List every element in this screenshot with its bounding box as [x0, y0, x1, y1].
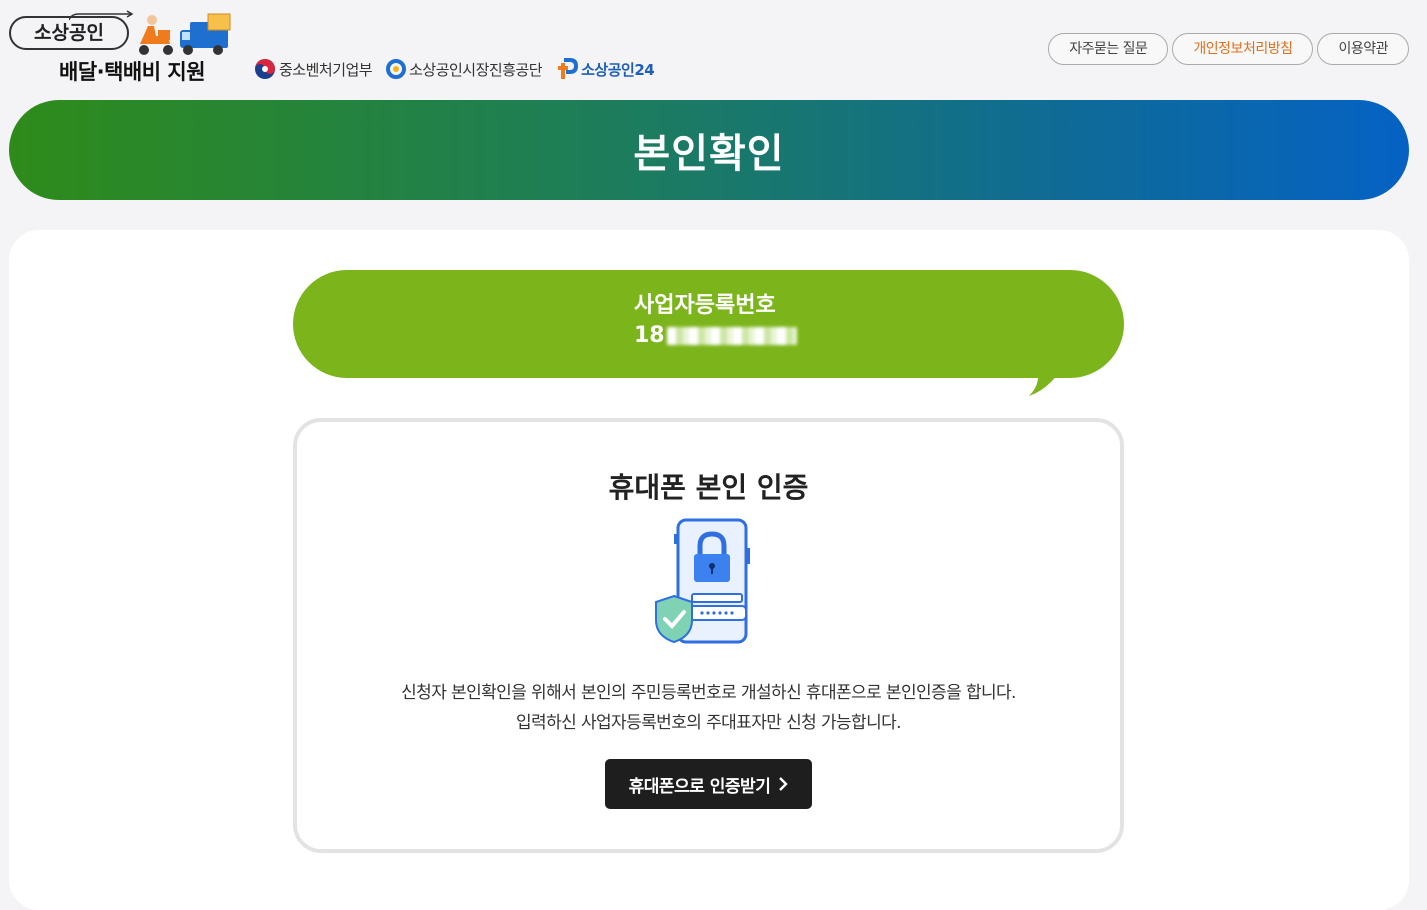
- partner-semas[interactable]: 소상공인시장진흥공단: [386, 59, 543, 80]
- partner-mss-label: 중소벤처기업부: [279, 60, 373, 79]
- business-number-label: 사업자등록번호: [634, 293, 776, 318]
- partner-logos: 중소벤처기업부 소상공인시장진흥공단 소상공인24: [254, 58, 668, 80]
- bubble-tail: [1029, 370, 1061, 396]
- page-banner: 본인확인: [9, 100, 1409, 200]
- main-card: 사업자등록번호 18 휴대폰 본인 인증 신청자 본인확인을 위해서 본인의 주…: [9, 230, 1409, 910]
- privacy-policy-link[interactable]: 개인정보처리방침: [1172, 33, 1314, 65]
- phone-auth-panel: 휴대폰 본인 인증 신청자 본인확인을 위해서 본인의 주민등록번호로 개설하신…: [293, 418, 1124, 853]
- semas-logo-icon: [386, 59, 407, 79]
- partner-sbiz24[interactable]: 소상공인24: [556, 58, 655, 80]
- business-info: 사업자등록번호 18: [634, 290, 797, 350]
- page-title: 본인확인: [633, 131, 785, 177]
- phone-auth-title: 휴대폰 본인 인증: [608, 471, 809, 504]
- sbiz24-logo-icon: [558, 58, 579, 79]
- business-number-prefix: 18: [634, 323, 665, 348]
- auth-description-line1: 신청자 본인확인을 위해서 본인의 주민등록번호로 개설하신 휴대폰으로 본인인…: [401, 683, 1016, 703]
- korea-emblem-icon: [255, 59, 275, 79]
- partner-mss[interactable]: 중소벤처기업부: [254, 58, 373, 80]
- auth-description-line2: 입력하신 사업자등록번호의 주대표자만 신청 가능합니다.: [516, 713, 902, 733]
- top-links: 자주묻는 질문 개인정보처리방침 이용약관: [1044, 33, 1409, 65]
- business-number-bubble: 사업자등록번호 18: [293, 270, 1124, 378]
- business-number-value: 18: [634, 322, 797, 350]
- partner-semas-label: 소상공인시장진흥공단: [409, 60, 543, 79]
- logo-pill-text: 소상공인: [9, 16, 129, 50]
- faq-link[interactable]: 자주묻는 질문: [1048, 33, 1169, 65]
- service-logo[interactable]: 소상공인 배달·택배비 지원: [9, 10, 234, 84]
- delivery-truck-icon: [139, 13, 231, 55]
- phone-lock-icon: [655, 518, 750, 644]
- chevron-right-icon: [779, 777, 789, 791]
- phone-auth-button[interactable]: 휴대폰으로 인증받기: [605, 759, 812, 809]
- terms-link[interactable]: 이용약관: [1317, 33, 1409, 65]
- phone-auth-button-label: 휴대폰으로 인증받기: [628, 776, 771, 797]
- logo-subtitle: 배달·택배비 지원: [59, 60, 206, 84]
- partner-sbiz24-label: 소상공인24: [581, 60, 655, 79]
- business-number-masked: [666, 327, 797, 345]
